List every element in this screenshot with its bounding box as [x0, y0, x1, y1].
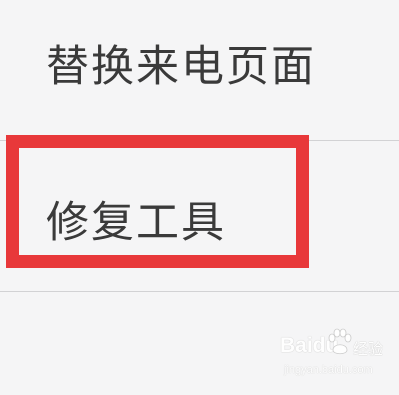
menu-item-label: 替换来电页面	[46, 42, 316, 92]
menu-item-replace-incoming-call-page[interactable]: 替换来电页面	[0, 0, 399, 140]
highlight-annotation-box	[6, 135, 309, 268]
baidu-jingyan-watermark: Baidu 经验 jingyan.baidu.com	[280, 328, 392, 386]
watermark-suffix: 经验	[353, 340, 384, 358]
watermark-url: jingyan.baidu.com	[284, 364, 373, 376]
divider	[0, 291, 399, 292]
paw-icon	[328, 328, 352, 355]
